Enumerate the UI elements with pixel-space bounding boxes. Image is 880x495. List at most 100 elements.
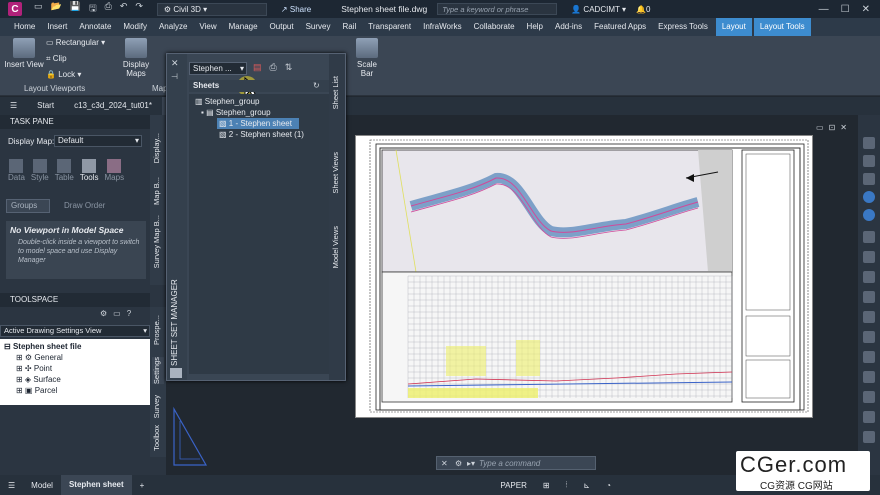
open-icon[interactable]: 📂: [51, 1, 62, 17]
layer-icon[interactable]: [863, 231, 875, 243]
tab-featured-apps[interactable]: Featured Apps: [588, 18, 652, 36]
tab-survey[interactable]: Survey: [300, 18, 337, 36]
tree-sheet-set[interactable]: ▥ Stephen_group: [195, 96, 329, 107]
measure-icon[interactable]: [863, 291, 875, 303]
properties-icon[interactable]: [863, 251, 875, 263]
tab-rail[interactable]: Rail: [336, 18, 362, 36]
tree-sheet-1[interactable]: ▧ 1 - Stephen sheet: [217, 118, 299, 129]
tab-view[interactable]: View: [193, 18, 222, 36]
draw-order-button[interactable]: Draw Order: [64, 201, 105, 210]
tab-collaborate[interactable]: Collaborate: [468, 18, 521, 36]
tool-tools[interactable]: Tools: [80, 159, 99, 182]
share-button[interactable]: ↗ Share: [281, 5, 311, 14]
add-layout-icon[interactable]: +: [132, 481, 153, 490]
maximize-icon[interactable]: ☐: [841, 4, 850, 15]
tab-survey-toolspace[interactable]: Survey: [152, 395, 164, 418]
tab-map-book-1[interactable]: Map B...: [152, 177, 164, 205]
tree-item-parcel[interactable]: ⊞ ▣ Parcel: [4, 385, 150, 396]
save-icon[interactable]: 💾: [70, 1, 81, 17]
tab-manage[interactable]: Manage: [223, 18, 264, 36]
tab-settings[interactable]: Settings: [152, 357, 164, 385]
steering-wheel-icon[interactable]: [863, 137, 875, 149]
tab-layout-tools[interactable]: Layout Tools: [753, 18, 811, 36]
print-icon[interactable]: ⎙: [105, 1, 112, 17]
zoom-icon[interactable]: [863, 173, 875, 185]
grid-icon[interactable]: ⊞: [535, 481, 558, 490]
snap-icon[interactable]: ⦙: [558, 480, 576, 490]
dimension-icon[interactable]: [863, 351, 875, 363]
leader-icon[interactable]: [863, 411, 875, 423]
recent-commands-icon[interactable]: ▸▾: [467, 459, 475, 468]
help-icon[interactable]: ?: [127, 309, 131, 318]
refresh-icon[interactable]: ↻: [313, 81, 320, 90]
tab-home[interactable]: Home: [8, 18, 41, 36]
rectangular-button[interactable]: ▭ Rectangular ▾: [46, 38, 105, 47]
tab-sheet-views[interactable]: Sheet Views: [331, 152, 343, 194]
tab-output[interactable]: Output: [264, 18, 300, 36]
ssm-properties-icon[interactable]: [170, 368, 182, 378]
restore-icon[interactable]: ▭: [816, 123, 824, 132]
tool-table[interactable]: Table: [55, 159, 74, 182]
close-icon[interactable]: ✕: [171, 58, 179, 69]
tab-display-manager[interactable]: Display...: [152, 133, 164, 163]
orbit-icon[interactable]: [863, 191, 875, 203]
workspace-select[interactable]: ⚙ Civil 3D ▾: [156, 2, 267, 16]
lock-button[interactable]: 🔒 Lock ▾: [46, 70, 81, 79]
command-input[interactable]: Type a command: [479, 459, 540, 468]
tab-model[interactable]: Model: [23, 481, 61, 490]
tree-item-surface[interactable]: ⊞ ◈ Surface: [4, 374, 150, 385]
plot-icon[interactable]: ⎙: [270, 62, 277, 73]
tool-data[interactable]: Data: [8, 159, 25, 182]
tab-modify[interactable]: Modify: [117, 18, 153, 36]
toolspace-window-icon[interactable]: ▭: [113, 309, 121, 318]
tab-model-views[interactable]: Model Views: [331, 226, 343, 268]
showmotion-icon[interactable]: [863, 209, 875, 221]
redo-icon[interactable]: ↷: [135, 1, 143, 17]
undo-icon[interactable]: ↶: [120, 1, 128, 17]
tab-survey-taskpane[interactable]: Survey: [152, 245, 164, 268]
tab-transparent[interactable]: Transparent: [362, 18, 417, 36]
notification-button[interactable]: 🔔0: [636, 5, 650, 14]
tree-item-point[interactable]: ⊞ ✣ Point: [4, 363, 150, 374]
tab-stephen-sheet[interactable]: Stephen sheet: [60, 475, 132, 495]
pin-icon[interactable]: ⊣: [171, 72, 178, 81]
pan-icon[interactable]: [863, 155, 875, 167]
saveas-icon[interactable]: 🖫: [89, 1, 97, 17]
tab-file-c13[interactable]: c13_c3d_2024_tut01*: [64, 97, 162, 115]
tab-start[interactable]: Start: [27, 97, 64, 115]
hamburger-icon[interactable]: ☰: [0, 97, 27, 115]
polar-icon[interactable]: ◔: [598, 481, 619, 490]
clip-button[interactable]: ⌗ Clip: [46, 54, 67, 64]
layouts-menu-icon[interactable]: ☰: [0, 481, 23, 490]
tab-sheet-list[interactable]: Sheet List: [331, 76, 343, 109]
insert-view-button[interactable]: Insert View: [4, 38, 44, 69]
minimize-icon[interactable]: —: [819, 4, 829, 15]
new-icon[interactable]: ▭: [34, 1, 43, 17]
tab-addins[interactable]: Add-ins: [549, 18, 588, 36]
text-icon[interactable]: [863, 331, 875, 343]
groups-button[interactable]: Groups: [6, 199, 50, 213]
point-icon[interactable]: [863, 431, 875, 443]
tab-annotate[interactable]: Annotate: [73, 18, 117, 36]
hatch-icon[interactable]: [863, 311, 875, 323]
sheet-selections-icon[interactable]: ⇅: [285, 62, 293, 73]
publish-icon[interactable]: ▤: [253, 62, 262, 73]
tab-express-tools[interactable]: Express Tools: [652, 18, 714, 36]
tab-layout[interactable]: Layout: [715, 18, 752, 36]
close-icon[interactable]: ✕: [840, 123, 847, 132]
tree-subset[interactable]: ▪ ▤ Stephen_group: [195, 107, 329, 118]
close-icon[interactable]: ✕: [441, 459, 448, 468]
close-icon[interactable]: ✕: [862, 4, 870, 15]
tab-prospector[interactable]: Prospe...: [152, 315, 164, 345]
toolspace-view-select[interactable]: Active Drawing Settings View ▾: [0, 325, 150, 337]
display-map-select[interactable]: Default ▾: [54, 135, 142, 147]
tree-item-drawing[interactable]: ⊟ Stephen sheet file: [4, 341, 150, 352]
tab-infraworks[interactable]: InfraWorks: [417, 18, 468, 36]
match-icon[interactable]: [863, 271, 875, 283]
tab-toolbox[interactable]: Toolbox: [152, 425, 164, 451]
customize-icon[interactable]: ⚙: [455, 459, 462, 468]
tree-item-general[interactable]: ⊞ ⚙ General: [4, 352, 150, 363]
tab-analyze[interactable]: Analyze: [153, 18, 193, 36]
scale-bar-button[interactable]: Scale Bar: [350, 38, 384, 78]
tool-maps[interactable]: Maps: [105, 159, 124, 182]
